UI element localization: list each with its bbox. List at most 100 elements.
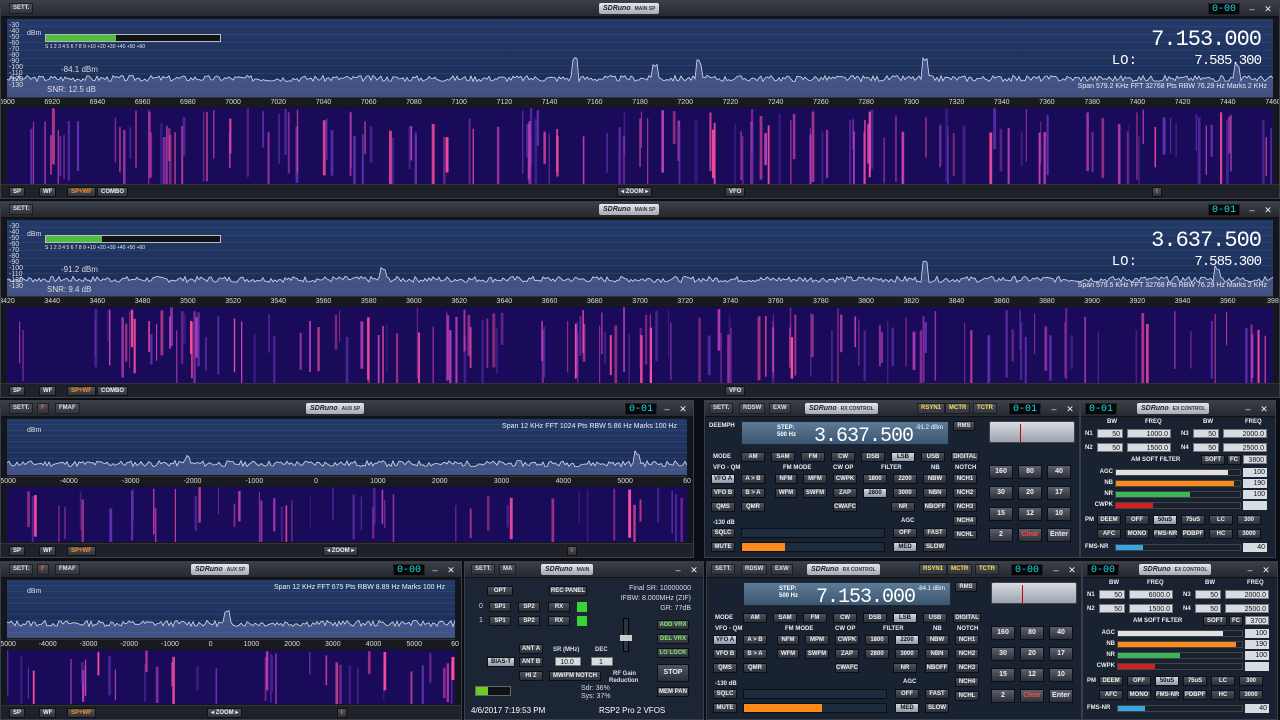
vfo-button-0[interactable]: VFO A	[713, 635, 737, 645]
pm-button-0[interactable]: DEEM	[1099, 676, 1123, 686]
close-icon[interactable]: ✕	[1065, 404, 1075, 414]
keypad-15-button[interactable]: 15	[989, 507, 1013, 521]
fm-button-0[interactable]: NFM	[775, 474, 797, 484]
mw-fm-notch-button[interactable]: MW/FM NOTCH	[549, 671, 601, 681]
info-icon[interactable]: i	[337, 708, 347, 718]
ma-button[interactable]: MA	[499, 564, 517, 575]
zoom-control[interactable]: ◂ ZOOM ▸	[207, 708, 243, 718]
squelch-slider[interactable]	[743, 689, 887, 699]
sync-button-0[interactable]: RSYN1	[917, 403, 946, 414]
keypad-clear-button[interactable]: Clear	[1020, 689, 1044, 703]
keypad-30-button[interactable]: 30	[989, 486, 1013, 500]
cw-button-0[interactable]: CWPK	[835, 635, 859, 645]
agc-button-2[interactable]: MED	[893, 542, 917, 552]
filter-nr-button[interactable]: NR	[893, 663, 917, 673]
mode-sam-button[interactable]: SAM	[773, 613, 797, 623]
cw-button-1[interactable]: ZAP	[835, 649, 859, 659]
notch-button-3[interactable]: NCH4	[953, 516, 977, 526]
close-icon[interactable]: ✕	[1261, 565, 1271, 575]
sp-button[interactable]: SP	[9, 386, 26, 396]
mode-am-button[interactable]: AM	[741, 452, 765, 462]
lo-frequency[interactable]: 7.585.300	[1194, 53, 1262, 69]
keypad-10-button[interactable]: 10	[1049, 668, 1073, 682]
rx-frequency[interactable]: 3.637.500	[814, 425, 914, 448]
stop-button[interactable]: STOP	[657, 664, 689, 682]
frequency-axis[interactable]: 6900 6920 6940 6960 6980 7000 7020 7040 7060 7080…	[1, 97, 1279, 107]
pm-button-1[interactable]: OFF	[1125, 515, 1149, 525]
zoom-control[interactable]: ◂ ZOOM ▸	[617, 187, 653, 197]
top-button-2[interactable]: EXW	[769, 403, 791, 414]
del-vrx-button[interactable]: DEL VRX	[657, 634, 689, 644]
keypad-160-button[interactable]: 160	[989, 465, 1013, 479]
ant-a-button[interactable]: ANT A	[519, 644, 543, 654]
ex-row-3-value[interactable]	[1245, 662, 1269, 671]
keypad-17-button[interactable]: 17	[1047, 486, 1071, 500]
cw-button-2[interactable]: CWAFC	[833, 502, 857, 512]
frequency-lcd[interactable]: STEP: 500 Hz 3.637.500 -91.2 dBm	[741, 421, 949, 448]
ab-button-2[interactable]: QMR	[741, 502, 765, 512]
minimize-icon[interactable]: –	[673, 565, 683, 575]
fms-nr-bar[interactable]	[1115, 544, 1241, 551]
keypad-40-button[interactable]: 40	[1047, 465, 1071, 479]
notch-button-2[interactable]: NCH3	[955, 663, 979, 673]
fmaf-button[interactable]: FMAF	[55, 403, 80, 414]
sp-button[interactable]: SP	[9, 187, 26, 197]
sp-wf-button[interactable]: SP+WF	[67, 386, 96, 396]
rx-button-0[interactable]: RX	[548, 602, 570, 612]
sp-button[interactable]: SP	[9, 708, 26, 718]
mode-cw-button[interactable]: CW	[831, 452, 855, 462]
n4-bw[interactable]: 50	[1193, 443, 1219, 452]
n1-freq[interactable]: 6000.0	[1129, 590, 1173, 599]
vfo-button-1[interactable]: VFO B	[711, 488, 735, 498]
frequency-axis[interactable]: -5000 -4000 -3000 -2000 -1000 0 1000 2000 3000 40…	[1, 639, 459, 649]
minimize-icon[interactable]: –	[1051, 565, 1061, 575]
pm2-button-1[interactable]: MONO	[1125, 529, 1149, 539]
filter-2800-button[interactable]: 2800	[865, 649, 889, 659]
mode-usb-button[interactable]: USB	[921, 452, 945, 462]
hi-z-button[interactable]: HI Z	[519, 671, 543, 681]
nb-button-2[interactable]: NBOFF	[925, 663, 949, 673]
sp1-button-0[interactable]: SP1	[489, 602, 511, 612]
pm2-button-3[interactable]: PDBPF	[1183, 690, 1207, 700]
keypad-10-button[interactable]: 10	[1047, 507, 1071, 521]
keypad-20-button[interactable]: 20	[1018, 486, 1042, 500]
sync-button-2[interactable]: TCTR	[973, 403, 997, 414]
n4-bw[interactable]: 50	[1195, 604, 1221, 613]
ex-row-0-bar[interactable]	[1117, 630, 1243, 637]
ex-row-2-bar[interactable]	[1117, 652, 1243, 659]
lo-lock-button[interactable]: LO LOCK	[657, 648, 689, 658]
mode-am-button[interactable]: AM	[743, 613, 767, 623]
squelch-slider[interactable]	[741, 528, 885, 538]
frequency-axis[interactable]: 3420 3440 3460 3480 3500 3520 3540 3560 3580 3600…	[1, 296, 1279, 306]
n1-bw[interactable]: 50	[1097, 429, 1123, 438]
notch-button-0[interactable]: NCH1	[955, 635, 979, 645]
ex-row-0-value[interactable]: 100	[1243, 468, 1267, 477]
pm-button-2[interactable]: 50uS	[1155, 676, 1179, 686]
notch-button-4[interactable]: NCHL	[953, 530, 977, 540]
mute-button[interactable]: MUTE	[713, 703, 737, 713]
mode-sam-button[interactable]: SAM	[771, 452, 795, 462]
pm2-button-5[interactable]: 3000	[1239, 690, 1263, 700]
pm-button-4[interactable]: LC	[1211, 676, 1235, 686]
notch-button-1[interactable]: NCH2	[953, 488, 977, 498]
nb-button-0[interactable]: NBW	[925, 635, 949, 645]
keypad-40-button[interactable]: 40	[1049, 626, 1073, 640]
filter-1800-button[interactable]: 1800	[863, 474, 887, 484]
cw-button-2[interactable]: CWAFC	[835, 663, 859, 673]
filter-2200-button[interactable]: 2200	[895, 635, 919, 645]
agc-button-0[interactable]: OFF	[895, 689, 919, 699]
ex-row-2-bar[interactable]	[1115, 491, 1241, 498]
ex-row-1-value[interactable]: 190	[1245, 640, 1269, 649]
filter-2200-button[interactable]: 2200	[893, 474, 917, 484]
nb-button-2[interactable]: NBOFF	[923, 502, 947, 512]
notch-button-2[interactable]: NCH3	[953, 502, 977, 512]
soft-button[interactable]: SOFT	[1201, 455, 1225, 465]
wf-button[interactable]: WF	[39, 187, 57, 197]
nb-button-0[interactable]: NBW	[923, 474, 947, 484]
pm-button-5[interactable]: 300	[1239, 676, 1263, 686]
f-button[interactable]: F	[37, 403, 49, 414]
pm-button-2[interactable]: 50uS	[1153, 515, 1177, 525]
keypad-15-button[interactable]: 15	[991, 668, 1015, 682]
ab-button-0[interactable]: A > B	[741, 474, 765, 484]
ex-row-3-bar[interactable]	[1115, 502, 1241, 509]
